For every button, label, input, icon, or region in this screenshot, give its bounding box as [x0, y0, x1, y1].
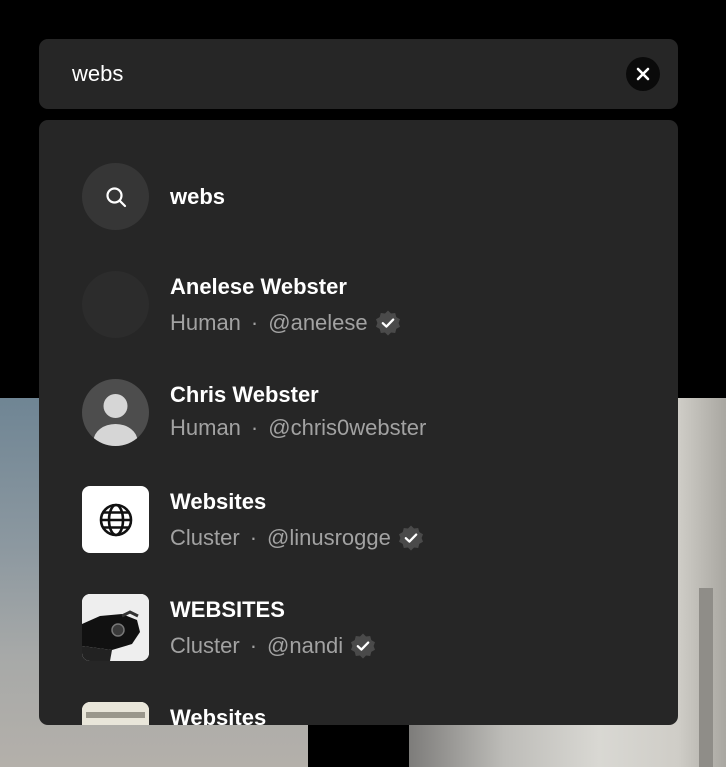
- search-bar: [39, 39, 678, 109]
- result-title: Chris Webster: [170, 382, 319, 407]
- result-handle: @nandi: [267, 633, 344, 658]
- globe-icon: [99, 503, 132, 536]
- result-item[interactable]: Anelese Webster Human · @anelese: [39, 260, 678, 360]
- avatar: [82, 379, 149, 446]
- result-type: Human: [170, 415, 241, 440]
- cluster-thumbnail: [82, 702, 149, 725]
- user-avatar-icon: [93, 394, 138, 446]
- meta-separator: ·: [250, 415, 259, 440]
- result-title: Websites: [170, 705, 267, 726]
- magazine-cover-image: [82, 702, 149, 725]
- result-type: Human: [170, 310, 241, 335]
- hand-with-watch-image: [82, 594, 149, 661]
- search-icon-circle: [82, 163, 149, 230]
- result-handle: @chris0webster: [268, 415, 427, 440]
- background-image-detail: [699, 588, 713, 767]
- verified-badge-icon: [397, 524, 425, 552]
- meta-separator: ·: [250, 310, 259, 335]
- suggestion-query-text: webs: [170, 184, 226, 209]
- meta-separator: ·: [249, 525, 258, 550]
- verified-badge-icon: [349, 632, 377, 660]
- search-query-suggestion[interactable]: webs: [39, 160, 678, 240]
- result-meta: Cluster · @linusrogge: [170, 524, 425, 552]
- result-handle: @linusrogge: [267, 525, 391, 550]
- result-item[interactable]: WEBSITES Cluster · @nandi: [39, 583, 678, 683]
- result-title: WEBSITES: [170, 597, 285, 622]
- verified-badge-icon: [374, 309, 402, 337]
- app-screen: webs Anelese Webster Human · @anelese: [0, 0, 726, 767]
- result-meta: Human · @chris0webster: [170, 417, 426, 439]
- search-results-dropdown: webs Anelese Webster Human · @anelese Ch…: [39, 120, 678, 725]
- avatar: [82, 271, 149, 338]
- result-type: Cluster: [170, 525, 240, 550]
- close-icon: [636, 67, 650, 81]
- search-icon: [105, 186, 126, 207]
- result-title: Websites: [170, 489, 267, 514]
- cluster-thumbnail: [82, 594, 149, 661]
- result-item[interactable]: Chris Webster Human · @chris0webster: [39, 368, 678, 468]
- result-meta: Cluster · @nandi: [170, 632, 377, 660]
- search-input[interactable]: [72, 59, 612, 89]
- result-title: Anelese Webster: [170, 274, 347, 299]
- cluster-thumbnail: [82, 486, 149, 553]
- clear-search-button[interactable]: [626, 57, 660, 91]
- result-item[interactable]: Websites: [39, 691, 678, 725]
- result-handle: @anelese: [268, 310, 368, 335]
- result-item[interactable]: Websites Cluster · @linusrogge: [39, 475, 678, 575]
- result-type: Cluster: [170, 633, 240, 658]
- result-meta: Human · @anelese: [170, 309, 402, 337]
- meta-separator: ·: [249, 633, 258, 658]
